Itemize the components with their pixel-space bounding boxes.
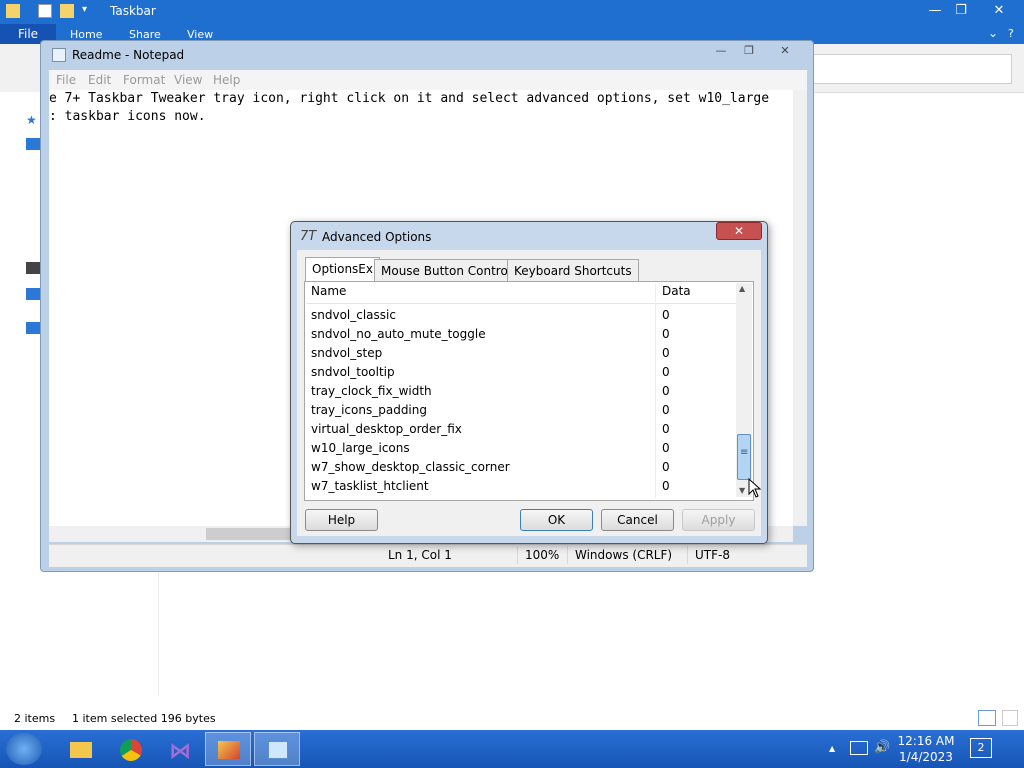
help-icon[interactable]: ? (1008, 27, 1014, 40)
line-ending: Windows (CRLF) (575, 548, 673, 562)
option-value[interactable]: 0 (662, 441, 670, 455)
option-name[interactable]: tray_icons_padding (311, 403, 427, 417)
notepad-vertical-scrollbar[interactable] (793, 90, 807, 526)
option-value[interactable]: 0 (662, 308, 670, 322)
selection-info: 1 item selected 196 bytes (72, 712, 216, 725)
explorer-window-title: Taskbar (110, 4, 156, 18)
text-line-1: e 7+ Taskbar Tweaker tray icon, right cl… (49, 91, 770, 106)
option-name[interactable]: sndvol_classic (311, 308, 396, 322)
notepad-minimize-button[interactable]: — (708, 43, 734, 59)
option-name[interactable]: w10_large_icons (311, 441, 410, 455)
notepad-maximize-button[interactable]: ❐ (736, 43, 762, 59)
menu-file[interactable]: File (56, 73, 76, 87)
explorer-status-bar: 2 items 1 item selected 196 bytes (0, 708, 1024, 730)
notepad-title: Readme - Notepad (72, 48, 185, 62)
show-hidden-icons-button[interactable]: ▲ (829, 744, 835, 753)
notepad-app-icon[interactable] (52, 48, 66, 62)
option-value[interactable]: 0 (662, 460, 670, 474)
option-name[interactable]: w7_show_desktop_classic_corner (311, 460, 510, 474)
tab-keyboard-shortcuts[interactable]: Keyboard Shortcuts (507, 259, 639, 281)
taskbar-visual-studio[interactable]: ⋈ (156, 732, 202, 766)
item-count: 2 items (14, 712, 56, 725)
taskbar-tweaker-app-icon: 7T (300, 229, 317, 244)
scroll-grip-icon: ≡ (740, 447, 749, 458)
explorer-maximize-button[interactable]: ❐ (944, 0, 978, 22)
volume-icon[interactable]: 🔊 (874, 740, 890, 755)
ok-button[interactable]: OK (520, 509, 593, 531)
action-center-button[interactable]: 2 (970, 738, 992, 758)
new-folder-icon[interactable] (60, 4, 74, 18)
videos-icon[interactable] (26, 262, 40, 274)
taskbar-notepad[interactable] (254, 732, 300, 766)
option-name[interactable]: virtual_desktop_order_fix (311, 422, 462, 436)
this-pc-icon[interactable] (26, 288, 40, 300)
search-input[interactable] (800, 54, 1012, 84)
option-value[interactable]: 0 (662, 327, 670, 341)
network-tray-icon[interactable] (850, 741, 868, 755)
clock-time[interactable]: 12:16 AM (891, 734, 961, 748)
visual-studio-icon: ⋈ (169, 739, 191, 764)
expand-ribbon-icon[interactable]: ⌄ (988, 26, 998, 40)
start-button[interactable] (6, 733, 42, 765)
taskbar-tweaker-icon (218, 741, 240, 759)
taskbar-chrome[interactable] (108, 732, 154, 766)
help-button[interactable]: Help (305, 509, 378, 531)
menu-view[interactable]: View (174, 73, 202, 87)
tab-mouse-button-control[interactable]: Mouse Button Control (374, 259, 519, 281)
option-name[interactable]: sndvol_tooltip (311, 365, 395, 379)
notepad-horizontal-scroll-thumb[interactable] (206, 528, 296, 540)
option-name[interactable]: w7_tasklist_htclient (311, 479, 429, 493)
cursor-position: Ln 1, Col 1 (388, 548, 452, 562)
option-value[interactable]: 0 (662, 384, 670, 398)
scroll-down-arrow[interactable]: ▼ (739, 486, 745, 495)
zoom-level: 100% (525, 548, 560, 562)
option-value[interactable]: 0 (662, 403, 670, 417)
notepad-icon (268, 741, 288, 759)
text-line-2: : taskbar icons now. (49, 109, 206, 124)
menu-edit[interactable]: Edit (88, 73, 111, 87)
status-divider (687, 546, 688, 564)
quick-access-icon[interactable]: ★ (26, 113, 40, 127)
menu-format[interactable]: Format (123, 73, 165, 87)
option-value[interactable]: 0 (662, 479, 670, 493)
mouse-cursor-icon (748, 478, 762, 498)
encoding: UTF-8 (695, 548, 730, 562)
file-explorer-icon (70, 742, 92, 758)
tab-optionsex[interactable]: OptionsEx (305, 257, 380, 282)
option-name[interactable]: sndvol_step (311, 346, 382, 360)
option-value[interactable]: 0 (662, 365, 670, 379)
status-divider (517, 546, 518, 564)
folder-icon[interactable] (6, 4, 20, 18)
column-header-name[interactable]: Name (311, 284, 346, 298)
clock-date[interactable]: 1/4/2023 (891, 750, 961, 764)
chrome-icon (120, 739, 142, 761)
explorer-close-button[interactable]: ✕ (982, 0, 1016, 22)
taskbar-file-explorer[interactable] (58, 732, 104, 766)
header-divider (306, 303, 736, 304)
large-icons-view-icon[interactable] (1002, 710, 1018, 726)
dialog-close-button[interactable]: ✕ (716, 222, 762, 240)
network-icon[interactable] (26, 322, 40, 334)
option-value[interactable]: 0 (662, 422, 670, 436)
desktop-icon[interactable] (26, 138, 40, 150)
column-divider (655, 284, 656, 498)
details-view-icon[interactable] (978, 710, 996, 726)
option-name[interactable]: tray_clock_fix_width (311, 384, 432, 398)
taskbar-taskbar-tweaker[interactable] (205, 732, 251, 766)
options-list-scroll-thumb[interactable]: ≡ (737, 434, 751, 480)
quick-access-dropdown-icon[interactable]: ▾ (82, 4, 87, 15)
status-divider (567, 546, 568, 564)
column-header-data[interactable]: Data (662, 284, 691, 298)
notification-count: 2 (977, 741, 985, 754)
menu-help[interactable]: Help (213, 73, 240, 87)
option-value[interactable]: 0 (662, 346, 670, 360)
cancel-button[interactable]: Cancel (601, 509, 674, 531)
apply-button[interactable]: Apply (682, 509, 755, 531)
dialog-title: Advanced Options (322, 230, 432, 244)
option-name[interactable]: sndvol_no_auto_mute_toggle (311, 327, 486, 341)
notepad-close-button[interactable]: ✕ (772, 43, 798, 59)
scroll-up-arrow[interactable]: ▲ (739, 284, 745, 293)
properties-icon[interactable] (38, 4, 52, 18)
